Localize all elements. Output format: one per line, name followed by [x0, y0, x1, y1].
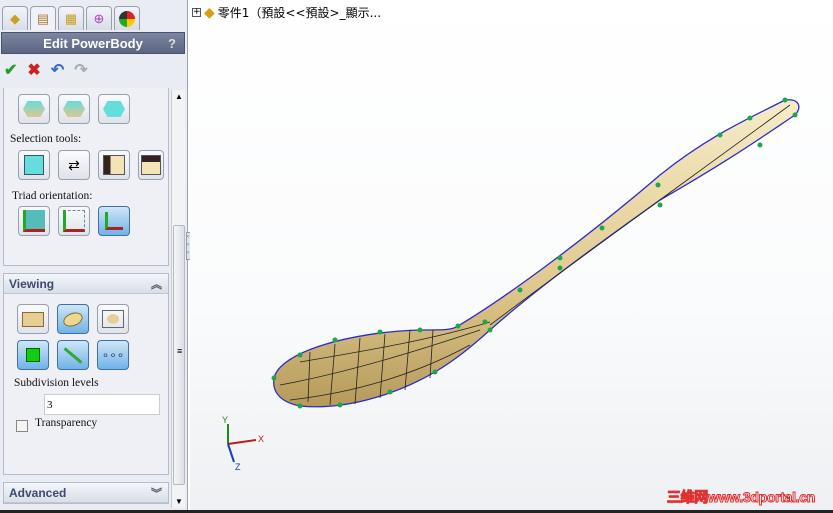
subdivision-levels-input[interactable] [44, 394, 160, 415]
advanced-group: Advanced ︾ [3, 482, 169, 504]
triad-global-button[interactable] [98, 206, 130, 236]
extrude-vertex-button[interactable] [98, 94, 130, 124]
scroll-up-arrow[interactable]: ▲ [175, 92, 183, 101]
cube-icon [24, 155, 44, 175]
viewing-title: Viewing [9, 277, 55, 291]
redo-button[interactable]: ↷ [74, 60, 87, 80]
tab-dimxpert-manager[interactable]: ⊕ [86, 6, 112, 30]
extrude-edge-icon [63, 101, 85, 117]
tab-display-manager[interactable] [114, 6, 140, 30]
select-all-button[interactable] [18, 150, 50, 180]
triad-view-button[interactable] [58, 206, 90, 236]
coordinate-triad [227, 424, 257, 463]
show-edges-button[interactable] [57, 340, 89, 370]
show-box-button[interactable] [17, 304, 49, 334]
transparency-label: Transparency [35, 417, 98, 429]
tools-group: Selection tools: ⇄ Triad orientation: [3, 88, 169, 266]
panel-scrollbar[interactable]: ▲ ≡ ▼ [171, 90, 185, 508]
title-text: Edit PowerBody [43, 36, 143, 51]
triad-y-label: Y [222, 415, 229, 425]
subdivision-label: Subdivision levels [14, 377, 99, 389]
scroll-down-arrow[interactable]: ▼ [175, 497, 183, 506]
help-button[interactable]: ? [168, 33, 176, 55]
extrude-face-button[interactable] [18, 94, 50, 124]
triad-face-button[interactable] [18, 206, 50, 236]
select-grow-button[interactable] [98, 150, 130, 180]
tab-configuration-manager[interactable]: ▦ [58, 6, 84, 30]
ok-button[interactable]: ✔ [4, 60, 17, 80]
transparency-checkbox[interactable] [16, 420, 28, 432]
advanced-header[interactable]: Advanced ︾ [4, 483, 168, 503]
expand-icon: ︾ [151, 488, 162, 500]
show-smooth-button[interactable] [57, 304, 89, 334]
triad-view-icon [63, 210, 85, 232]
viewing-header[interactable]: Viewing ︽ [4, 274, 168, 294]
advanced-title: Advanced [9, 486, 67, 500]
box-icon [22, 311, 44, 327]
panel-title: Edit PowerBody? [1, 32, 185, 54]
action-bar: ✔ ✖ ↶ ↷ [4, 60, 88, 80]
triad-face-icon [23, 210, 45, 232]
triad-z-label: Z [235, 462, 241, 472]
collapse-icon: ︽ [151, 279, 162, 291]
watermark: 三维网www.3dportal.cn [666, 489, 815, 506]
swap-grid-icon: ⇄ [68, 156, 80, 173]
glasses-face-icon [26, 348, 40, 362]
triad-x-label: X [258, 434, 265, 444]
cancel-button[interactable]: ✖ [27, 60, 40, 80]
show-both-button[interactable] [97, 304, 129, 334]
scroll-thumb[interactable]: ≡ [173, 225, 185, 485]
grip-icon: ≡ [177, 346, 183, 356]
spoon-body[interactable] [271, 97, 800, 409]
smooth-body-icon [61, 309, 85, 329]
model-canvas [227, 97, 800, 463]
selection-tools-label: Selection tools: [10, 133, 82, 145]
extrude-edge-button[interactable] [58, 94, 90, 124]
glasses-edge-icon [63, 346, 83, 364]
triad-orientation-label: Triad orientation: [12, 190, 93, 202]
manager-tabs: ◆ ▤ ▦ ⊕ [2, 6, 140, 30]
crosshair-icon: ⊕ [93, 10, 105, 26]
color-wheel-icon [119, 10, 135, 27]
property-manager-panel: ◆ ▤ ▦ ⊕ Edit PowerBody? ✔ ✖ ↶ ↷ Selectio… [0, 0, 194, 513]
select-swap-button[interactable]: ⇄ [58, 150, 90, 180]
glasses-vertex-icon: ∘∘∘ [101, 348, 125, 362]
tab-feature-manager[interactable]: ◆ [2, 6, 28, 30]
graphics-viewport[interactable]: + ◆ 零件1（預設<<預設>_顯示... Y X Z 三维网www.3dpor… [190, 0, 833, 513]
show-vertices-button[interactable]: ∘∘∘ [97, 340, 129, 370]
select-shrink-button[interactable] [138, 150, 164, 180]
configuration-icon: ▦ [64, 10, 78, 26]
box-cage-icon [102, 310, 124, 328]
show-faces-button[interactable] [17, 340, 49, 370]
extrude-face-icon [23, 101, 45, 117]
triad-global-icon [105, 212, 123, 230]
grid-up-icon [141, 155, 161, 175]
grid-down-icon [103, 155, 125, 175]
undo-button[interactable]: ↶ [51, 60, 64, 80]
part-icon: ◆ [10, 10, 20, 26]
extrude-vertex-icon [103, 101, 125, 117]
tab-property-manager[interactable]: ▤ [30, 6, 56, 30]
viewing-group: Viewing ︽ ∘∘∘ Subdivision levels Transpar… [3, 273, 169, 475]
property-icon: ▤ [36, 10, 50, 26]
